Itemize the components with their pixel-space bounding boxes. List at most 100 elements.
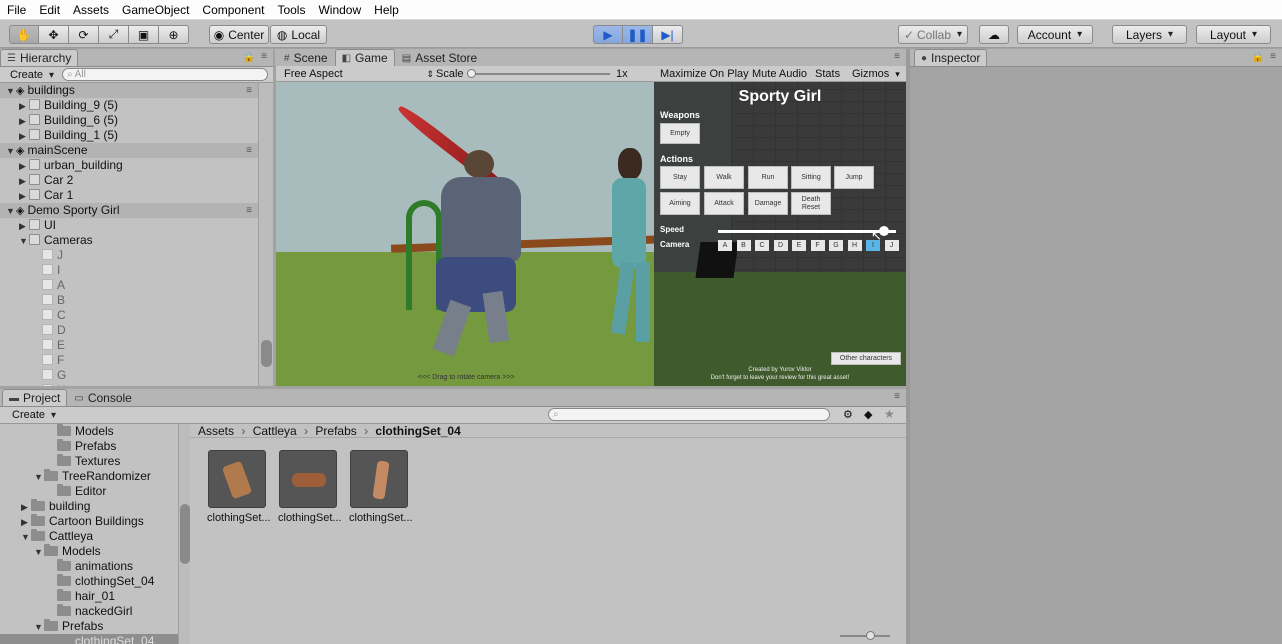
hierarchy-row[interactable]: J	[0, 248, 258, 263]
lock-icon[interactable]: 🔒	[1252, 52, 1264, 63]
icon-size-slider[interactable]	[840, 635, 890, 637]
panel-menu-icon[interactable]: ≡	[894, 51, 900, 62]
camera-f-button[interactable]: F	[810, 240, 825, 251]
menu-item-tools[interactable]: Tools	[270, 0, 311, 20]
rotate-tool-button[interactable]: ⟳	[69, 25, 99, 44]
project-folder-row[interactable]: Prefabs	[0, 439, 178, 454]
tab-scene[interactable]: # Scene	[277, 49, 335, 66]
project-folder-row[interactable]: Textures	[0, 454, 178, 469]
project-folder-row[interactable]: Models	[0, 424, 178, 439]
hierarchy-create-dropdown[interactable]: Create	[10, 69, 54, 81]
tab-hierarchy[interactable]: ☰ Hierarchy	[0, 49, 79, 66]
action-aiming-button[interactable]: Aiming	[660, 192, 700, 215]
collapse-arrow-icon[interactable]: ▶	[19, 189, 29, 204]
project-folder-row[interactable]: ▶ Cartoon Buildings	[0, 514, 178, 529]
hierarchy-scene-row[interactable]: ▼◈ Demo Sporty Girl ≡	[0, 203, 258, 218]
project-folder-row[interactable]: nackedGirl	[0, 604, 178, 619]
panel-menu-icon[interactable]: ≡	[894, 391, 900, 402]
transform-tool-button[interactable]: ⊕	[159, 25, 189, 44]
hierarchy-scrollbar[interactable]	[258, 83, 273, 386]
project-folder-row[interactable]: clothingSet_04	[0, 634, 178, 644]
play-button[interactable]: ▶	[593, 25, 623, 44]
breadcrumb-item[interactable]: Prefabs	[315, 424, 356, 438]
camera-d-button[interactable]: D	[773, 240, 788, 251]
hierarchy-row[interactable]: ▶ Car 2	[0, 173, 258, 188]
favorite-star-icon[interactable]: ★	[884, 407, 895, 421]
cloud-button[interactable]: ☁	[979, 25, 1009, 44]
breadcrumb-item[interactable]: Assets	[198, 424, 234, 438]
menu-item-edit[interactable]: Edit	[32, 0, 66, 20]
hierarchy-row[interactable]: E	[0, 338, 258, 353]
speed-slider-track[interactable]	[718, 230, 896, 233]
hierarchy-row[interactable]: ▶ Building_1 (5)	[0, 128, 258, 143]
account-dropdown[interactable]: Account	[1017, 25, 1093, 44]
tab-inspector[interactable]: ● Inspector	[914, 49, 988, 66]
weapon-empty-button[interactable]: Empty	[660, 123, 700, 144]
project-folder-row[interactable]: ▼ Cattleya	[0, 529, 178, 544]
expand-arrow-icon[interactable]: ▼	[34, 620, 44, 635]
menu-item-gameobject[interactable]: GameObject	[115, 0, 195, 20]
layout-dropdown[interactable]: Layout	[1196, 25, 1271, 44]
hierarchy-scene-row[interactable]: ▼◈ mainScene ≡	[0, 143, 258, 158]
panel-menu-icon[interactable]: ≡	[1270, 51, 1276, 62]
hierarchy-row[interactable]: F	[0, 353, 258, 368]
hierarchy-row[interactable]: D	[0, 323, 258, 338]
hierarchy-row[interactable]: I	[0, 263, 258, 278]
hierarchy-scroll-thumb[interactable]	[261, 340, 272, 367]
project-tree-scrollbar[interactable]	[178, 424, 190, 644]
hand-tool-button[interactable]: ✋	[9, 25, 39, 44]
hierarchy-row[interactable]: ▶ Car 1	[0, 188, 258, 203]
hierarchy-row[interactable]: ▶ Building_6 (5)	[0, 113, 258, 128]
action-run-button[interactable]: Run	[748, 166, 788, 189]
gizmos-dropdown[interactable]: Gizmos ▾	[852, 66, 900, 82]
asset-thumbnail[interactable]	[350, 450, 408, 508]
tab-project[interactable]: ▬ Project	[2, 389, 68, 406]
action-damage-button[interactable]: Damage	[748, 192, 788, 215]
mute-audio-toggle[interactable]: Mute Audio	[752, 66, 807, 82]
camera-j-button[interactable]: J	[884, 240, 899, 251]
other-characters-button[interactable]: Other characters	[831, 352, 901, 365]
collapse-arrow-icon[interactable]: ▶	[21, 500, 31, 515]
project-search-input[interactable]: ⌕	[548, 408, 830, 421]
collapse-arrow-icon[interactable]: ▶	[19, 174, 29, 189]
action-jump-button[interactable]: Jump	[834, 166, 874, 189]
expand-arrow-icon[interactable]: ▼	[6, 144, 16, 159]
step-button[interactable]: ▶|	[653, 25, 683, 44]
pause-button[interactable]: ❚❚	[623, 25, 653, 44]
hierarchy-row[interactable]: G	[0, 368, 258, 383]
action-sitting-button[interactable]: Sitting	[791, 166, 831, 189]
expand-arrow-icon[interactable]: ▼	[6, 204, 16, 219]
hierarchy-search-input[interactable]: ⌕ All	[62, 68, 269, 81]
collapse-arrow-icon[interactable]: ▶	[19, 219, 29, 234]
menu-item-file[interactable]: File	[0, 0, 32, 20]
hierarchy-row[interactable]: ▼ Cameras	[0, 233, 258, 248]
menu-item-component[interactable]: Component	[195, 0, 270, 20]
filter-label-icon[interactable]: ◆	[864, 408, 872, 421]
pivot-space-toggle[interactable]: ◍ Local	[270, 25, 327, 44]
camera-g-button[interactable]: G	[829, 240, 843, 251]
tab-asset-store[interactable]: ▤ Asset Store	[395, 49, 484, 66]
stats-toggle[interactable]: Stats	[815, 66, 840, 82]
asset-thumbnail[interactable]	[279, 450, 337, 508]
aspect-dropdown[interactable]: Free Aspect ⇕	[284, 66, 434, 82]
expand-arrow-icon[interactable]: ▼	[19, 234, 29, 249]
action-attack-button[interactable]: Attack	[704, 192, 744, 215]
project-folder-row[interactable]: animations	[0, 559, 178, 574]
scale-tool-button[interactable]: ⤢	[99, 25, 129, 44]
scale-slider-track[interactable]	[470, 73, 610, 75]
asset-thumbnail[interactable]	[208, 450, 266, 508]
tab-console[interactable]: ▭ Console	[67, 389, 138, 406]
pivot-center-toggle[interactable]: ◉ Center	[209, 25, 269, 44]
project-folder-row[interactable]: ▼ Models	[0, 544, 178, 559]
breadcrumb-item[interactable]: clothingSet_04	[375, 424, 460, 438]
scale-slider-thumb[interactable]	[467, 69, 476, 78]
game-viewport[interactable]: <<< Drag to rotate camera >>> Sporty Gir…	[276, 82, 906, 386]
layers-dropdown[interactable]: Layers	[1112, 25, 1187, 44]
scene-menu-icon[interactable]: ≡	[246, 203, 252, 218]
camera-c-button[interactable]: C	[755, 240, 769, 251]
collapse-arrow-icon[interactable]: ▶	[19, 129, 29, 144]
tab-game[interactable]: ◧ Game	[334, 49, 395, 66]
breadcrumb-item[interactable]: Cattleya	[253, 424, 297, 438]
filter-type-icon[interactable]: ⚙	[843, 408, 853, 421]
project-folder-row[interactable]: Editor	[0, 484, 178, 499]
